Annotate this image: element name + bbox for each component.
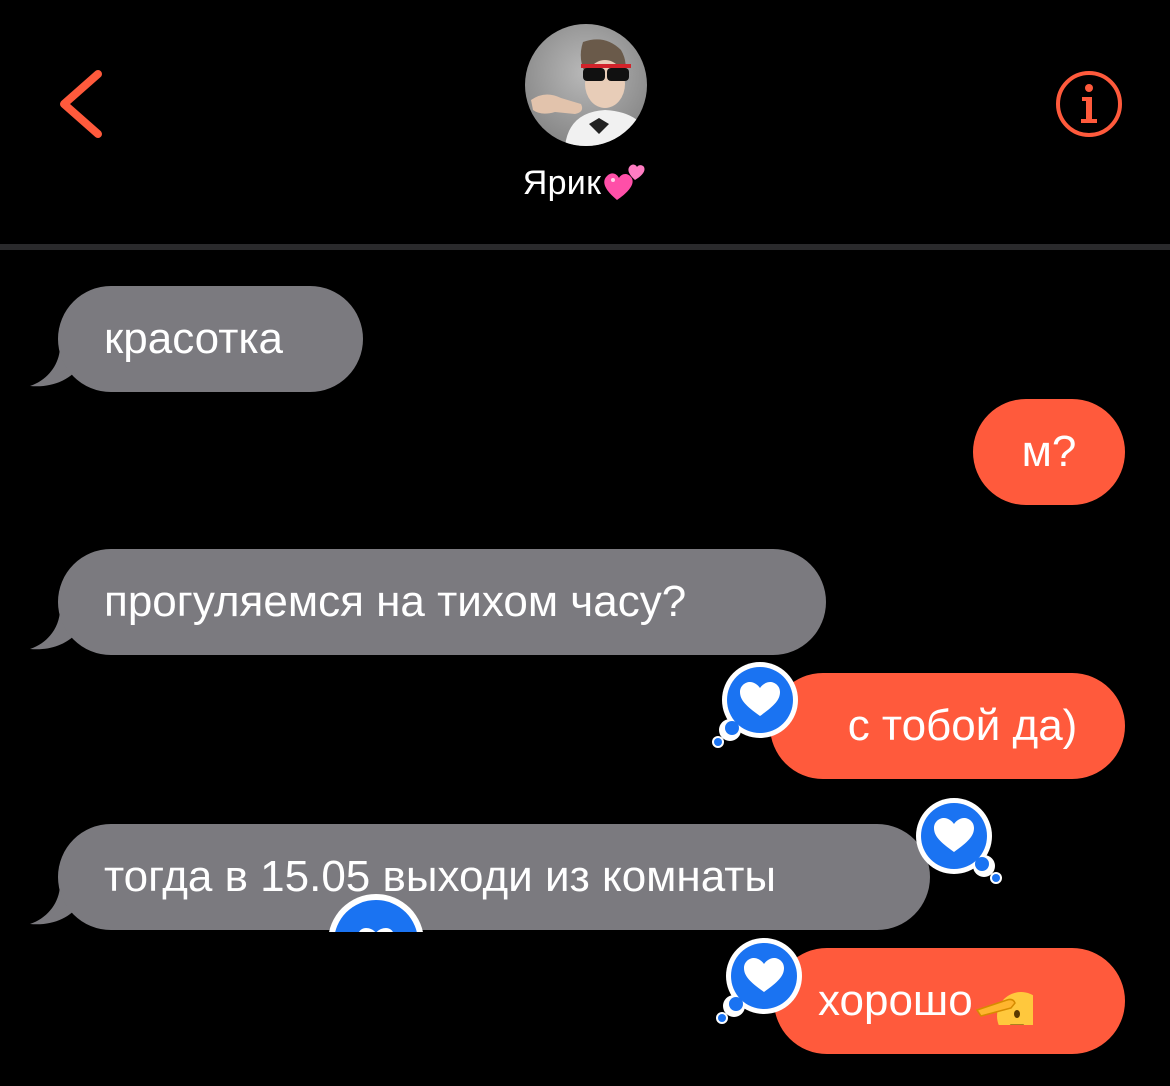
header-divider [0, 244, 1170, 250]
heart-reaction[interactable] [714, 932, 810, 1028]
heart-reaction[interactable] [908, 792, 1004, 888]
message-bubble-outgoing[interactable]: м? [973, 399, 1125, 505]
message-bubble-outgoing[interactable]: хорошо [774, 948, 1125, 1054]
message-text: с тобой да) [847, 701, 1078, 750]
message-text: красотка [104, 314, 284, 363]
contact-name[interactable]: Ярик [0, 162, 1170, 203]
contact-avatar[interactable] [525, 24, 647, 146]
info-icon [1056, 71, 1122, 137]
heart-reaction[interactable] [710, 656, 806, 752]
two-hearts-emoji [603, 162, 647, 202]
message-bubble-incoming[interactable]: красотка [58, 286, 363, 392]
chat-header: Ярик [0, 0, 1170, 246]
message-text: прогуляемся на тихом часу? [104, 577, 687, 626]
back-button[interactable] [52, 66, 112, 142]
avatar-photo [525, 24, 647, 146]
heart-reaction-partial [328, 894, 424, 932]
saluting-face-emoji [973, 973, 1033, 1025]
contact-name-text: Ярик [522, 164, 602, 202]
message-bubble-outgoing[interactable]: с тобой да) [770, 673, 1125, 779]
message-bubble-incoming[interactable]: тогда в 15.05 выходи из комнаты [58, 824, 930, 930]
info-button[interactable] [1054, 69, 1124, 139]
message-text: м? [1021, 427, 1077, 476]
message-text: тогда в 15.05 выходи из комнаты [104, 852, 777, 901]
message-text: хорошо [818, 976, 973, 1025]
message-bubble-incoming[interactable]: прогуляемся на тихом часу? [58, 549, 826, 655]
chevron-left-icon [60, 70, 102, 138]
